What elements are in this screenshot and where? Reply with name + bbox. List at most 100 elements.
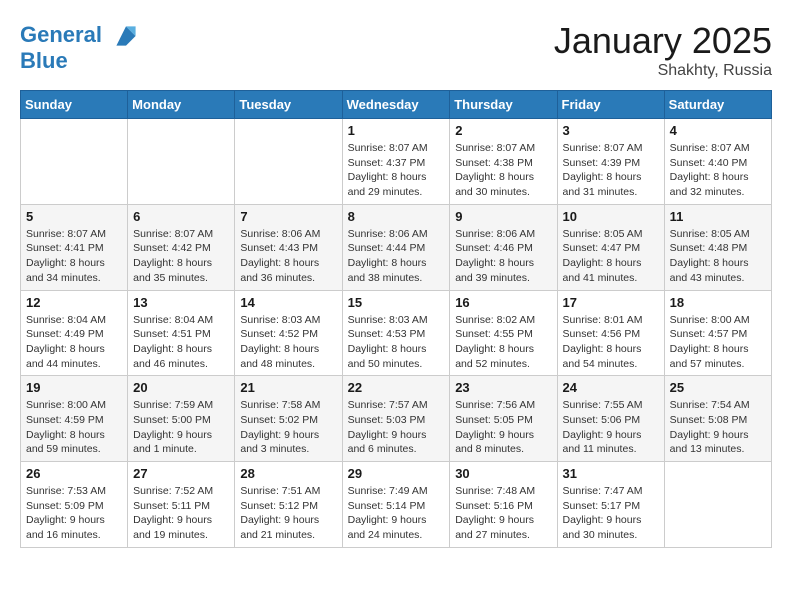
calendar-week-row: 26 Sunrise: 7:53 AMSunset: 5:09 PMDayligh… (21, 462, 772, 548)
day-number: 3 (563, 123, 659, 138)
day-number: 12 (26, 295, 122, 310)
day-info: Sunrise: 7:52 AMSunset: 5:11 PMDaylight:… (133, 484, 229, 543)
weekday-header-cell: Friday (557, 91, 664, 119)
calendar-week-row: 19 Sunrise: 8:00 AMSunset: 4:59 PMDayligh… (21, 376, 772, 462)
day-info: Sunrise: 8:00 AMSunset: 4:59 PMDaylight:… (26, 398, 122, 457)
calendar-cell (128, 119, 235, 205)
day-info: Sunrise: 7:57 AMSunset: 5:03 PMDaylight:… (348, 398, 445, 457)
day-info: Sunrise: 8:06 AMSunset: 4:43 PMDaylight:… (240, 227, 336, 286)
calendar-cell (664, 462, 771, 548)
calendar-cell: 19 Sunrise: 8:00 AMSunset: 4:59 PMDayligh… (21, 376, 128, 462)
calendar-week-row: 12 Sunrise: 8:04 AMSunset: 4:49 PMDayligh… (21, 290, 772, 376)
day-info: Sunrise: 8:03 AMSunset: 4:52 PMDaylight:… (240, 313, 336, 372)
day-number: 8 (348, 209, 445, 224)
day-info: Sunrise: 8:07 AMSunset: 4:41 PMDaylight:… (26, 227, 122, 286)
calendar-cell (21, 119, 128, 205)
day-number: 6 (133, 209, 229, 224)
day-info: Sunrise: 7:53 AMSunset: 5:09 PMDaylight:… (26, 484, 122, 543)
calendar-cell (235, 119, 342, 205)
day-info: Sunrise: 7:51 AMSunset: 5:12 PMDaylight:… (240, 484, 336, 543)
day-info: Sunrise: 7:59 AMSunset: 5:00 PMDaylight:… (133, 398, 229, 457)
day-number: 18 (670, 295, 766, 310)
calendar-cell: 15Sunrise: 8:03 AMSunset: 4:53 PMDayligh… (342, 290, 450, 376)
calendar-cell: 24 Sunrise: 7:55 AMSunset: 5:06 PMDayligh… (557, 376, 664, 462)
weekday-header-cell: Sunday (21, 91, 128, 119)
title-block: January 2025 Shakhty, Russia (554, 20, 772, 80)
calendar-cell: 26 Sunrise: 7:53 AMSunset: 5:09 PMDayligh… (21, 462, 128, 548)
day-number: 25 (670, 380, 766, 395)
calendar-cell: 22 Sunrise: 7:57 AMSunset: 5:03 PMDayligh… (342, 376, 450, 462)
day-number: 9 (455, 209, 551, 224)
calendar-cell: 28Sunrise: 7:51 AMSunset: 5:12 PMDayligh… (235, 462, 342, 548)
calendar-week-row: 1 Sunrise: 8:07 AMSunset: 4:37 PMDaylight… (21, 119, 772, 205)
day-info: Sunrise: 8:03 AMSunset: 4:53 PMDaylight:… (348, 313, 445, 372)
day-number: 23 (455, 380, 551, 395)
day-number: 26 (26, 466, 122, 481)
day-number: 20 (133, 380, 229, 395)
day-number: 13 (133, 295, 229, 310)
day-number: 30 (455, 466, 551, 481)
logo: General Blue (20, 20, 142, 74)
day-number: 22 (348, 380, 445, 395)
calendar-cell: 11Sunrise: 8:05 AMSunset: 4:48 PMDayligh… (664, 204, 771, 290)
day-number: 21 (240, 380, 336, 395)
day-info: Sunrise: 8:07 AMSunset: 4:40 PMDaylight:… (670, 141, 766, 200)
day-number: 17 (563, 295, 659, 310)
calendar-cell: 16 Sunrise: 8:02 AMSunset: 4:55 PMDayligh… (450, 290, 557, 376)
day-info: Sunrise: 8:07 AMSunset: 4:37 PMDaylight:… (348, 141, 445, 200)
day-number: 7 (240, 209, 336, 224)
calendar-cell: 8Sunrise: 8:06 AMSunset: 4:44 PMDaylight… (342, 204, 450, 290)
calendar-cell: 13 Sunrise: 8:04 AMSunset: 4:51 PMDayligh… (128, 290, 235, 376)
day-info: Sunrise: 8:05 AMSunset: 4:47 PMDaylight:… (563, 227, 659, 286)
day-number: 31 (563, 466, 659, 481)
day-info: Sunrise: 8:06 AMSunset: 4:46 PMDaylight:… (455, 227, 551, 286)
calendar-cell: 10 Sunrise: 8:05 AMSunset: 4:47 PMDayligh… (557, 204, 664, 290)
weekday-header-cell: Saturday (664, 91, 771, 119)
location: Shakhty, Russia (554, 62, 772, 80)
calendar-cell: 29 Sunrise: 7:49 AMSunset: 5:14 PMDayligh… (342, 462, 450, 548)
day-info: Sunrise: 7:56 AMSunset: 5:05 PMDaylight:… (455, 398, 551, 457)
calendar-cell: 25Sunrise: 7:54 AMSunset: 5:08 PMDayligh… (664, 376, 771, 462)
calendar-cell: 31 Sunrise: 7:47 AMSunset: 5:17 PMDayligh… (557, 462, 664, 548)
day-info: Sunrise: 7:48 AMSunset: 5:16 PMDaylight:… (455, 484, 551, 543)
day-info: Sunrise: 7:55 AMSunset: 5:06 PMDaylight:… (563, 398, 659, 457)
day-info: Sunrise: 7:49 AMSunset: 5:14 PMDaylight:… (348, 484, 445, 543)
weekday-header-cell: Wednesday (342, 91, 450, 119)
day-info: Sunrise: 8:04 AMSunset: 4:51 PMDaylight:… (133, 313, 229, 372)
calendar-cell: 3Sunrise: 8:07 AMSunset: 4:39 PMDaylight… (557, 119, 664, 205)
calendar-cell: 6Sunrise: 8:07 AMSunset: 4:42 PMDaylight… (128, 204, 235, 290)
calendar-cell: 9 Sunrise: 8:06 AMSunset: 4:46 PMDaylight… (450, 204, 557, 290)
calendar-cell: 20 Sunrise: 7:59 AMSunset: 5:00 PMDayligh… (128, 376, 235, 462)
calendar-cell: 7 Sunrise: 8:06 AMSunset: 4:43 PMDaylight… (235, 204, 342, 290)
day-number: 29 (348, 466, 445, 481)
calendar-cell: 14 Sunrise: 8:03 AMSunset: 4:52 PMDayligh… (235, 290, 342, 376)
day-info: Sunrise: 8:05 AMSunset: 4:48 PMDaylight:… (670, 227, 766, 286)
day-number: 4 (670, 123, 766, 138)
day-number: 10 (563, 209, 659, 224)
day-info: Sunrise: 8:04 AMSunset: 4:49 PMDaylight:… (26, 313, 122, 372)
day-number: 1 (348, 123, 445, 138)
day-number: 14 (240, 295, 336, 310)
day-info: Sunrise: 8:00 AMSunset: 4:57 PMDaylight:… (670, 313, 766, 372)
calendar-cell: 17 Sunrise: 8:01 AMSunset: 4:56 PMDayligh… (557, 290, 664, 376)
day-number: 24 (563, 380, 659, 395)
day-number: 27 (133, 466, 229, 481)
day-info: Sunrise: 7:47 AMSunset: 5:17 PMDaylight:… (563, 484, 659, 543)
weekday-header-cell: Monday (128, 91, 235, 119)
day-number: 5 (26, 209, 122, 224)
weekday-header-row: SundayMondayTuesdayWednesdayThursdayFrid… (21, 91, 772, 119)
month-title: January 2025 (554, 20, 772, 62)
weekday-header-cell: Tuesday (235, 91, 342, 119)
day-number: 2 (455, 123, 551, 138)
day-number: 19 (26, 380, 122, 395)
day-number: 16 (455, 295, 551, 310)
calendar-week-row: 5 Sunrise: 8:07 AMSunset: 4:41 PMDaylight… (21, 204, 772, 290)
day-info: Sunrise: 8:01 AMSunset: 4:56 PMDaylight:… (563, 313, 659, 372)
day-info: Sunrise: 8:02 AMSunset: 4:55 PMDaylight:… (455, 313, 551, 372)
calendar-table: SundayMondayTuesdayWednesdayThursdayFrid… (20, 90, 772, 548)
day-info: Sunrise: 7:58 AMSunset: 5:02 PMDaylight:… (240, 398, 336, 457)
calendar-cell: 1 Sunrise: 8:07 AMSunset: 4:37 PMDaylight… (342, 119, 450, 205)
calendar-cell: 4 Sunrise: 8:07 AMSunset: 4:40 PMDaylight… (664, 119, 771, 205)
calendar-cell: 5 Sunrise: 8:07 AMSunset: 4:41 PMDaylight… (21, 204, 128, 290)
calendar-body: 1 Sunrise: 8:07 AMSunset: 4:37 PMDaylight… (21, 119, 772, 548)
